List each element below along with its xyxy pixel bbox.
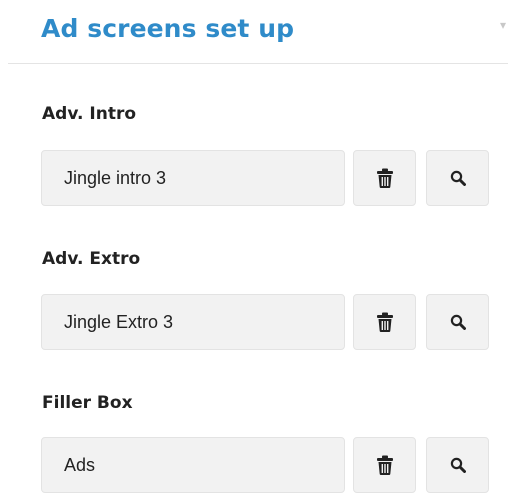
adv-extro-delete-button[interactable] (353, 294, 416, 350)
filler-box-field[interactable]: Ads (41, 437, 345, 493)
search-icon (450, 314, 466, 330)
chevron-down-icon: ▾ (500, 18, 507, 32)
adv-intro-label: Adv. Intro (42, 104, 137, 124)
header-divider (8, 63, 508, 64)
trash-icon (376, 168, 393, 188)
page-title: Ad screens set up (41, 14, 295, 43)
trash-icon (376, 312, 393, 332)
filler-box-label: Filler Box (42, 393, 133, 413)
adv-extro-label: Adv. Extro (42, 249, 141, 269)
panel-header: Ad screens set up ▾ (0, 0, 508, 64)
adv-intro-delete-button[interactable] (353, 150, 416, 206)
filler-box-delete-button[interactable] (353, 437, 416, 493)
adv-extro-field[interactable]: Jingle Extro 3 (41, 294, 345, 350)
adv-intro-search-button[interactable] (426, 150, 489, 206)
adv-extro-search-button[interactable] (426, 294, 489, 350)
adv-intro-field[interactable]: Jingle intro 3 (41, 150, 345, 206)
filler-box-search-button[interactable] (426, 437, 489, 493)
search-icon (450, 170, 466, 186)
trash-icon (376, 455, 393, 475)
search-icon (450, 457, 466, 473)
